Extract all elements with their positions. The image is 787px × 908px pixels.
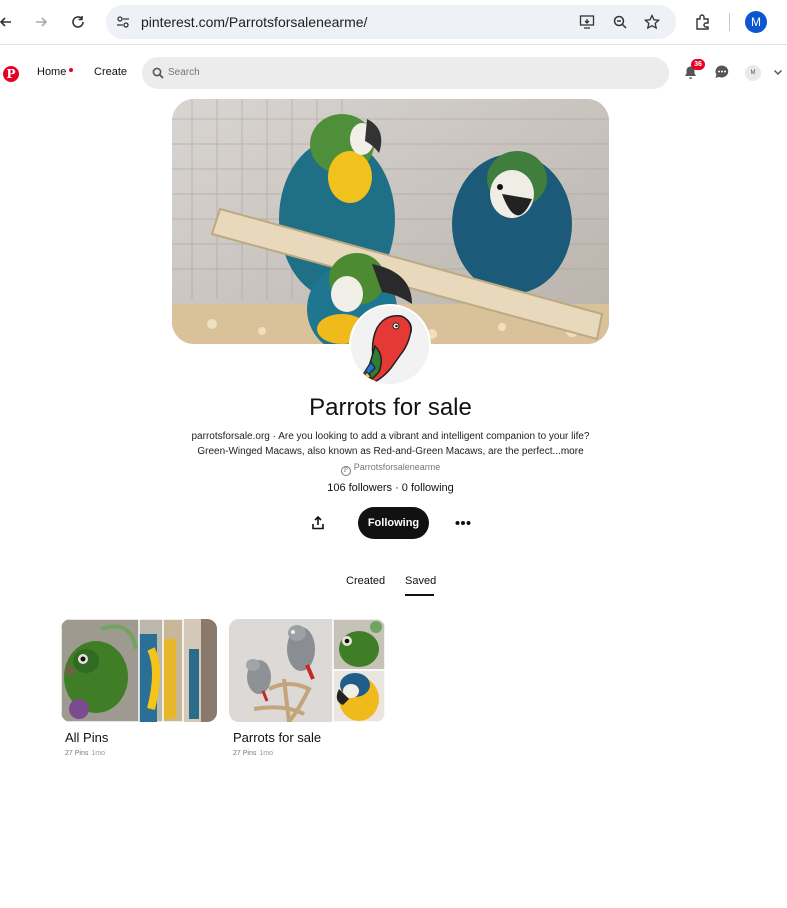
- more-options-icon[interactable]: [451, 511, 475, 535]
- board-all-pins[interactable]: [61, 619, 217, 722]
- nav-home[interactable]: Home: [37, 66, 66, 78]
- tab-saved[interactable]: Saved: [405, 575, 436, 587]
- pinterest-mini-icon: P: [340, 466, 351, 476]
- install-app-icon[interactable]: [578, 13, 596, 31]
- address-bar[interactable]: pinterest.com/Parrotsforsalenearme/: [106, 5, 676, 39]
- profile-avatar: [349, 304, 431, 386]
- board-updated: 1mo: [259, 750, 273, 757]
- profile-bio: parrotsforsale.org · Are you looking to …: [150, 429, 631, 459]
- bookmark-star-icon[interactable]: [643, 13, 661, 31]
- search-input[interactable]: Search: [142, 57, 669, 89]
- bio-line-2: Green-Winged Macaws, also known as Red-a…: [150, 444, 631, 459]
- reload-icon[interactable]: [66, 10, 90, 34]
- browser-toolbar: pinterest.com/Parrotsforsalenearme/ M: [0, 0, 787, 45]
- bio-line-1: parrotsforsale.org · Are you looking to …: [191, 431, 590, 442]
- following-button[interactable]: Following: [358, 507, 429, 539]
- board-title[interactable]: Parrots for sale: [233, 730, 321, 745]
- board-parrots-cover: [229, 619, 385, 722]
- forward-icon[interactable]: [29, 10, 53, 34]
- profile-handle: P Parrotsforsalenearme: [0, 462, 781, 476]
- board-title[interactable]: All Pins: [65, 730, 108, 745]
- bio-line-2-text: Green-Winged Macaws, also known as Red-a…: [197, 446, 553, 457]
- url-text[interactable]: pinterest.com/Parrotsforsalenearme/: [141, 14, 367, 30]
- browser-profile-avatar[interactable]: M: [745, 11, 767, 33]
- board-pin-count: 27 Pins: [65, 750, 89, 757]
- parrot-logo-icon: [351, 306, 429, 384]
- search-placeholder: Search: [168, 67, 200, 78]
- profile-name: Parrots for sale: [309, 394, 472, 421]
- board-meta: 27 Pins 1mo: [233, 750, 273, 757]
- follower-stats[interactable]: 106 followers · 0 following: [0, 482, 781, 494]
- bio-more-link[interactable]: ...more: [553, 446, 584, 457]
- home-update-dot: [69, 68, 73, 72]
- back-icon[interactable]: [0, 10, 18, 34]
- messages-icon[interactable]: [713, 63, 731, 81]
- notification-count-badge: 36: [691, 59, 705, 70]
- active-tab-indicator: [405, 594, 434, 596]
- tab-created[interactable]: Created: [346, 575, 385, 587]
- board-updated: 1mo: [91, 750, 105, 757]
- zoom-icon[interactable]: [611, 13, 629, 31]
- share-icon[interactable]: [307, 512, 329, 534]
- board-meta: 27 Pins 1mo: [65, 750, 105, 757]
- profile-handle-text: Parrotsforsalenearme: [353, 462, 441, 472]
- extensions-icon[interactable]: [691, 10, 715, 34]
- user-avatar[interactable]: M: [745, 65, 761, 81]
- search-icon: [152, 66, 164, 84]
- pinterest-logo-icon[interactable]: P: [3, 66, 19, 82]
- board-all-pins-cover: [61, 619, 217, 722]
- toolbar-divider: [729, 13, 730, 31]
- account-chevron-down-icon[interactable]: [769, 63, 787, 81]
- pinterest-header: P Home Create Search 36 M: [0, 46, 787, 100]
- nav-create[interactable]: Create: [94, 66, 127, 78]
- site-settings-icon[interactable]: [114, 13, 132, 31]
- board-parrots-for-sale[interactable]: [229, 619, 385, 722]
- board-pin-count: 27 Pins: [233, 750, 257, 757]
